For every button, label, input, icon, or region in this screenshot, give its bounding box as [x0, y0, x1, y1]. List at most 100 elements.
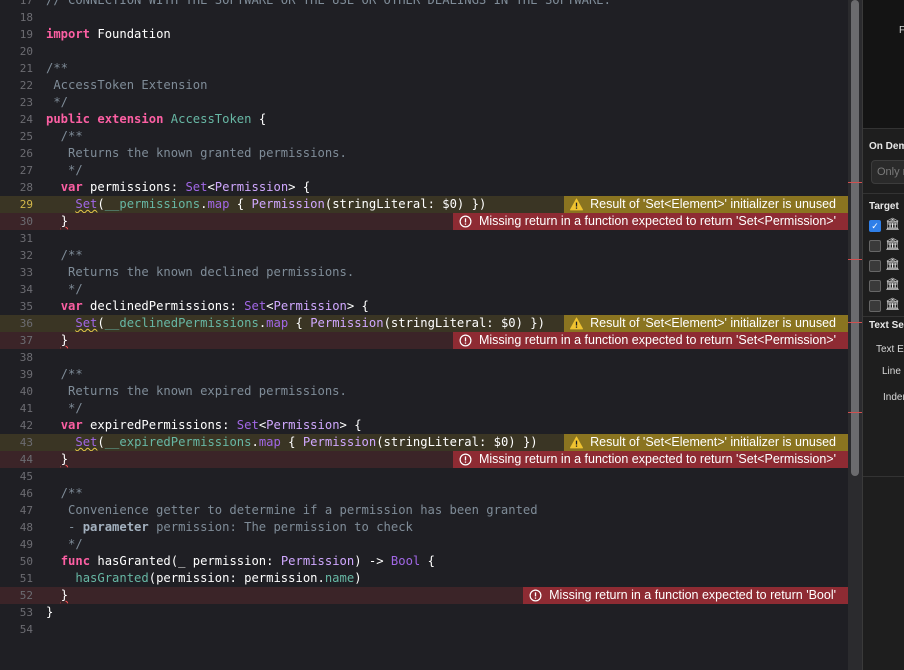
code-token: > { — [339, 418, 362, 432]
code-token: Set — [244, 299, 267, 313]
code-line[interactable]: 46 /** — [0, 485, 848, 502]
error-annotation[interactable]: Missing return in a function expected to… — [452, 451, 848, 468]
divider — [863, 128, 904, 129]
warning-annotation[interactable]: Result of 'Set<Element>' initializer is … — [564, 315, 848, 332]
line-number: 17 — [19, 0, 33, 7]
code-token: (stringLiteral: $0) }) — [376, 435, 538, 449]
text-settings-header: Text Se — [869, 320, 904, 331]
code-line[interactable]: 33 Returns the known declined permission… — [0, 264, 848, 281]
warning-annotation[interactable]: Result of 'Set<Element>' initializer is … — [564, 196, 848, 213]
code-token: permission: The permission to check — [148, 520, 413, 534]
code-line[interactable]: 32 /** — [0, 247, 848, 264]
on-demand-tags-field[interactable]: Only r — [871, 160, 904, 184]
code-token: { — [420, 554, 435, 568]
target-checkbox[interactable] — [869, 240, 881, 252]
error-annotation[interactable]: Missing return in a function expected to… — [452, 213, 848, 230]
code-token: Permission — [273, 299, 347, 313]
code-token: { — [288, 316, 311, 330]
code-token: hasGranted — [75, 571, 149, 585]
scrollbar-thumb[interactable] — [851, 0, 859, 476]
error-annotation[interactable]: Missing return in a function expected to… — [523, 587, 848, 604]
code-text: Returns the known declined permissions. — [46, 264, 354, 281]
code-line[interactable]: 18 — [0, 9, 848, 26]
code-text: */ — [46, 281, 83, 298]
code-text: AccessToken Extension — [46, 77, 207, 94]
code-text: // CONNECTION WITH THE SOFTWARE OR THE U… — [46, 0, 611, 9]
code-line[interactable]: 23 */ — [0, 94, 848, 111]
code-line[interactable]: 17 // CONNECTION WITH THE SOFTWARE OR THE… — [0, 0, 848, 9]
code-token: ( — [97, 197, 105, 211]
code-line[interactable]: 27 */ — [0, 162, 848, 179]
code-line[interactable]: 41 */ — [0, 400, 848, 417]
diagnostic-message: Result of 'Set<Element>' initializer is … — [590, 316, 836, 330]
line-number: 38 — [19, 351, 33, 364]
code-token: < — [266, 299, 274, 313]
code-line[interactable]: 45 — [0, 468, 848, 485]
code-token: Permission — [310, 316, 384, 330]
error-icon — [459, 453, 472, 466]
code-line[interactable]: 50 func hasGranted(_ permission: Permiss… — [0, 553, 848, 570]
target-checkbox[interactable] — [869, 300, 881, 312]
line-number: 18 — [19, 11, 33, 24]
code-token: - — [46, 520, 83, 534]
code-text: } — [46, 332, 68, 349]
code-line[interactable]: 48 - parameter permission: The permissio… — [0, 519, 848, 536]
code-token: var — [60, 418, 83, 432]
code-line[interactable]: 51 hasGranted(permission: permission.nam… — [0, 570, 848, 587]
code-line[interactable]: 54 — [0, 621, 848, 638]
code-text: } — [46, 587, 68, 604]
code-token: Permission — [214, 180, 289, 194]
target-checkbox[interactable] — [869, 260, 881, 272]
code-line[interactable]: 42 var expiredPermissions: Set<Permissio… — [0, 417, 848, 434]
code-token: */ — [46, 163, 83, 177]
code-line[interactable]: 35 var declinedPermissions: Set<Permissi… — [0, 298, 848, 315]
code-token: parameter — [82, 520, 149, 534]
code-line[interactable]: 31 — [0, 230, 848, 247]
code-line[interactable]: 26 Returns the known granted permissions… — [0, 145, 848, 162]
target-checkbox[interactable]: ✓ — [869, 220, 881, 232]
code-line[interactable]: 19 import Foundation — [0, 26, 848, 43]
code-line[interactable]: 25 /** — [0, 128, 848, 145]
indent-using-label: Inden — [883, 392, 904, 403]
code-line[interactable]: 53} — [0, 604, 848, 621]
code-token: func — [60, 554, 91, 568]
line-number: 30 — [19, 215, 33, 228]
code-line[interactable]: 47 Convenience getter to determine if a … — [0, 502, 848, 519]
code-text: */ — [46, 162, 83, 179]
code-token: Convenience getter to determine if a per… — [46, 503, 538, 517]
code-line[interactable]: 49 */ — [0, 536, 848, 553]
source-editor[interactable]: 17 // CONNECTION WITH THE SOFTWARE OR THE… — [0, 0, 848, 670]
bank-icon: 🏛 — [885, 297, 901, 311]
code-token: ) -> — [354, 554, 391, 568]
target-checkbox[interactable] — [869, 280, 881, 292]
inspector-panel: F On Dem Only r Target ✓ 🏛 🏛 🏛 🏛 🏛 Text Se Te… — [862, 0, 904, 670]
code-line[interactable]: 39 /** — [0, 366, 848, 383]
code-token: Returns the known declined permissions. — [46, 265, 355, 279]
code-line[interactable]: 28 var permissions: Set<Permission> { — [0, 179, 848, 196]
issue-marker — [848, 259, 862, 260]
inspector-top-pane: F — [863, 0, 904, 128]
code-line[interactable]: 22 AccessToken Extension — [0, 77, 848, 94]
code-token: < — [207, 180, 215, 194]
code-line[interactable]: 20 — [0, 43, 848, 60]
text-encoding-label: Text E — [876, 344, 904, 355]
code-line[interactable]: 24 public extension AccessToken { — [0, 111, 848, 128]
code-token: ) — [354, 571, 362, 585]
code-line[interactable]: 38 — [0, 349, 848, 366]
editor-scrollbar[interactable] — [848, 0, 862, 670]
code-line[interactable]: 21 /** — [0, 60, 848, 77]
diagnostic-message: Result of 'Set<Element>' initializer is … — [590, 435, 836, 449]
divider — [863, 193, 904, 194]
code-text: */ — [46, 94, 68, 111]
code-text: /** — [46, 366, 83, 383]
code-token: Returns the known expired permissions. — [46, 384, 347, 398]
diagnostic-message: Missing return in a function expected to… — [478, 452, 836, 466]
warning-annotation[interactable]: Result of 'Set<Element>' initializer is … — [564, 434, 848, 451]
code-token: __declinedPermissions — [104, 316, 259, 330]
code-token: } — [60, 452, 69, 466]
code-text: */ — [46, 536, 83, 553]
code-line[interactable]: 40 Returns the known expired permissions… — [0, 383, 848, 400]
error-annotation[interactable]: Missing return in a function expected to… — [452, 332, 848, 349]
code-line[interactable]: 34 */ — [0, 281, 848, 298]
